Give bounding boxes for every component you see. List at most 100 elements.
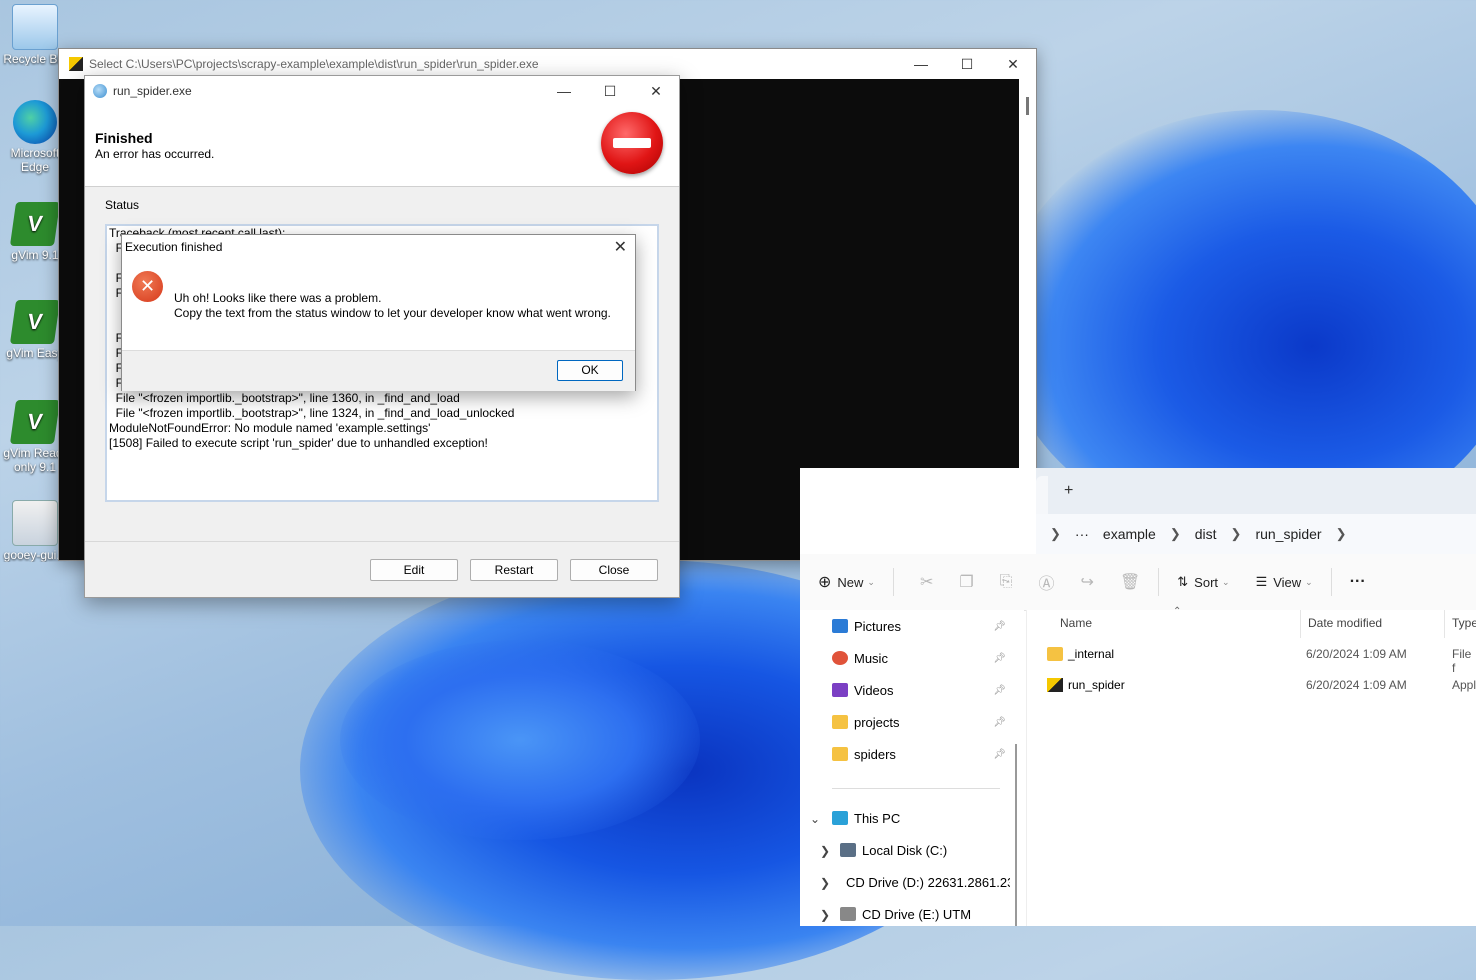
sort-arrow-icon: ⌃ — [1173, 606, 1182, 617]
breadcrumb-example[interactable]: example — [1103, 526, 1156, 542]
file-type: Appl — [1452, 678, 1476, 692]
paste-button[interactable]: ⎘ — [1000, 573, 1013, 591]
status-line: File "<frozen importlib._bootstrap>", li… — [109, 406, 515, 420]
nav-item-projects[interactable]: projects 📌︎ — [832, 711, 1012, 733]
pin-icon: 📌︎ — [993, 620, 1006, 632]
nav-item-this-pc[interactable]: This PC — [832, 807, 1012, 829]
console-title: Select C:\Users\PC\projects\scrapy-examp… — [89, 57, 539, 71]
wallpaper-bloom — [340, 640, 700, 840]
nav-item-pictures[interactable]: Pictures 📌︎ — [832, 615, 1012, 637]
cd-drive-icon — [840, 907, 856, 921]
folder-icon — [832, 715, 848, 729]
edge-icon — [13, 100, 57, 144]
file-row[interactable]: _internal 6/20/2024 1:09 AM File f — [1027, 642, 1476, 675]
gooey-titlebar[interactable]: run_spider.exe — ☐ ✕ — [85, 76, 679, 106]
nav-scrollbar[interactable] — [1015, 744, 1017, 926]
minimize-button[interactable]: — — [898, 49, 944, 79]
nav-separator — [832, 788, 1000, 789]
maximize-button[interactable]: ☐ — [944, 49, 990, 79]
toolbar-divider — [1158, 568, 1160, 596]
gvim-icon: V — [9, 202, 61, 246]
plus-circle-icon: ⊕ — [818, 574, 832, 591]
nav-item-videos[interactable]: Videos 📌︎ — [832, 679, 1012, 701]
error-message-line1: Uh oh! Looks like there was a problem. — [174, 291, 382, 305]
nav-item-label: This PC — [854, 810, 901, 826]
breadcrumb-run-spider[interactable]: run_spider — [1255, 526, 1321, 542]
column-header-type[interactable]: Type — [1452, 616, 1476, 630]
new-button[interactable]: ⊕ New ⌄ — [818, 572, 875, 592]
edit-button[interactable]: Edit — [370, 559, 458, 581]
paste-icon: ⎘ — [999, 573, 1013, 590]
share-button[interactable]: ↪ — [1081, 572, 1094, 592]
folder-icon — [1047, 647, 1063, 661]
rename-icon: Ⓐ — [1038, 576, 1055, 593]
status-line: File "<frozen importlib._bootstrap>", li… — [109, 391, 460, 405]
chevron-down-icon: ⌄ — [1305, 576, 1313, 587]
exe-icon — [1047, 678, 1063, 692]
chevron-down-icon: ⌄ — [867, 576, 875, 587]
chevron-right-icon[interactable]: ❯ — [820, 844, 830, 858]
nav-item-label: spiders — [854, 746, 896, 762]
close-button[interactable]: ✕ — [633, 76, 679, 106]
status-line: ModuleNotFoundError: No module named 'ex… — [109, 421, 431, 435]
console-scroll-thumb[interactable] — [1026, 97, 1029, 115]
file-type: File f — [1452, 647, 1472, 675]
more-options-button[interactable]: ··· — [1350, 573, 1366, 591]
address-bar[interactable]: ❯ ··· example ❯ dist ❯ run_spider ❯ — [1036, 514, 1476, 554]
file-name: run_spider — [1068, 678, 1125, 692]
maximize-button[interactable]: ☐ — [587, 76, 633, 106]
nav-item-local-disk[interactable]: Local Disk (C:) — [840, 839, 1020, 861]
close-button[interactable]: ✕ — [990, 49, 1036, 79]
toolbar-divider — [892, 568, 894, 596]
file-name: _internal — [1068, 647, 1115, 661]
pin-icon: 📌︎ — [993, 716, 1006, 728]
chevron-right-icon: ❯ — [1050, 526, 1061, 541]
column-header-date[interactable]: Date modified — [1308, 616, 1382, 630]
nav-item-music[interactable]: Music 📌︎ — [832, 647, 1012, 669]
file-date: 6/20/2024 1:09 AM — [1306, 647, 1407, 661]
sort-button[interactable]: ⇅ Sort ⌄ — [1177, 574, 1229, 590]
nav-item-cd-drive-d[interactable]: CD Drive (D:) 22631.2861.23 — [840, 871, 1010, 893]
sort-button-label: Sort — [1194, 574, 1219, 590]
pin-icon: 📌︎ — [993, 652, 1006, 664]
disk-icon — [840, 843, 856, 857]
column-divider[interactable] — [1444, 610, 1445, 638]
delete-button[interactable]: 🗑︎ — [1120, 572, 1140, 592]
view-button[interactable]: ☰ View ⌄ — [1256, 574, 1313, 590]
error-dialog[interactable]: Execution finished ✕ ✕ Uh oh! Looks like… — [121, 234, 636, 391]
close-dialog-button[interactable]: Close — [570, 559, 658, 581]
copy-button[interactable]: ❐ — [959, 572, 973, 592]
breadcrumb-ellipsis[interactable]: ··· — [1075, 526, 1089, 542]
chevron-right-icon: ❯ — [1169, 526, 1181, 541]
music-icon — [832, 651, 848, 665]
new-tab-button[interactable]: + — [1064, 482, 1073, 500]
minimize-button[interactable]: — — [541, 76, 587, 106]
view-icon: ☰ — [1255, 574, 1268, 589]
restart-button[interactable]: Restart — [470, 559, 558, 581]
column-header-name[interactable]: Name — [1060, 616, 1092, 630]
folder-icon — [832, 747, 848, 761]
breadcrumb-dist[interactable]: dist — [1195, 526, 1217, 542]
close-icon[interactable]: ✕ — [614, 237, 627, 257]
cut-button[interactable]: ✂ — [920, 572, 933, 592]
rename-button[interactable]: Ⓐ — [1039, 570, 1055, 594]
chevron-right-icon[interactable]: ❯ — [820, 876, 830, 890]
chevron-right-icon: ❯ — [1335, 526, 1347, 541]
toolbar-divider — [1330, 568, 1332, 596]
nav-item-cd-drive-e[interactable]: CD Drive (E:) UTM — [840, 903, 1020, 925]
file-date: 6/20/2024 1:09 AM — [1306, 678, 1407, 692]
nav-item-label: Local Disk (C:) — [862, 842, 948, 858]
app-icon — [12, 500, 58, 546]
ok-button[interactable]: OK — [557, 360, 623, 381]
nav-item-label: Pictures — [854, 618, 901, 634]
column-divider[interactable] — [1300, 610, 1301, 638]
explorer-tab[interactable] — [1036, 476, 1048, 514]
chevron-right-icon[interactable]: ❯ — [820, 908, 830, 922]
nav-item-spiders[interactable]: spiders 📌︎ — [832, 743, 1012, 765]
chevron-down-icon[interactable]: ⌄ — [810, 812, 820, 826]
pin-icon: 📌︎ — [993, 684, 1006, 696]
file-explorer-window[interactable]: + ❯ ··· example ❯ dist ❯ run_spider ❯ ⊕ … — [800, 468, 1476, 926]
file-row[interactable]: run_spider 6/20/2024 1:09 AM Appl — [1027, 673, 1476, 699]
error-icon: ✕ — [132, 271, 163, 302]
videos-icon — [832, 683, 848, 697]
